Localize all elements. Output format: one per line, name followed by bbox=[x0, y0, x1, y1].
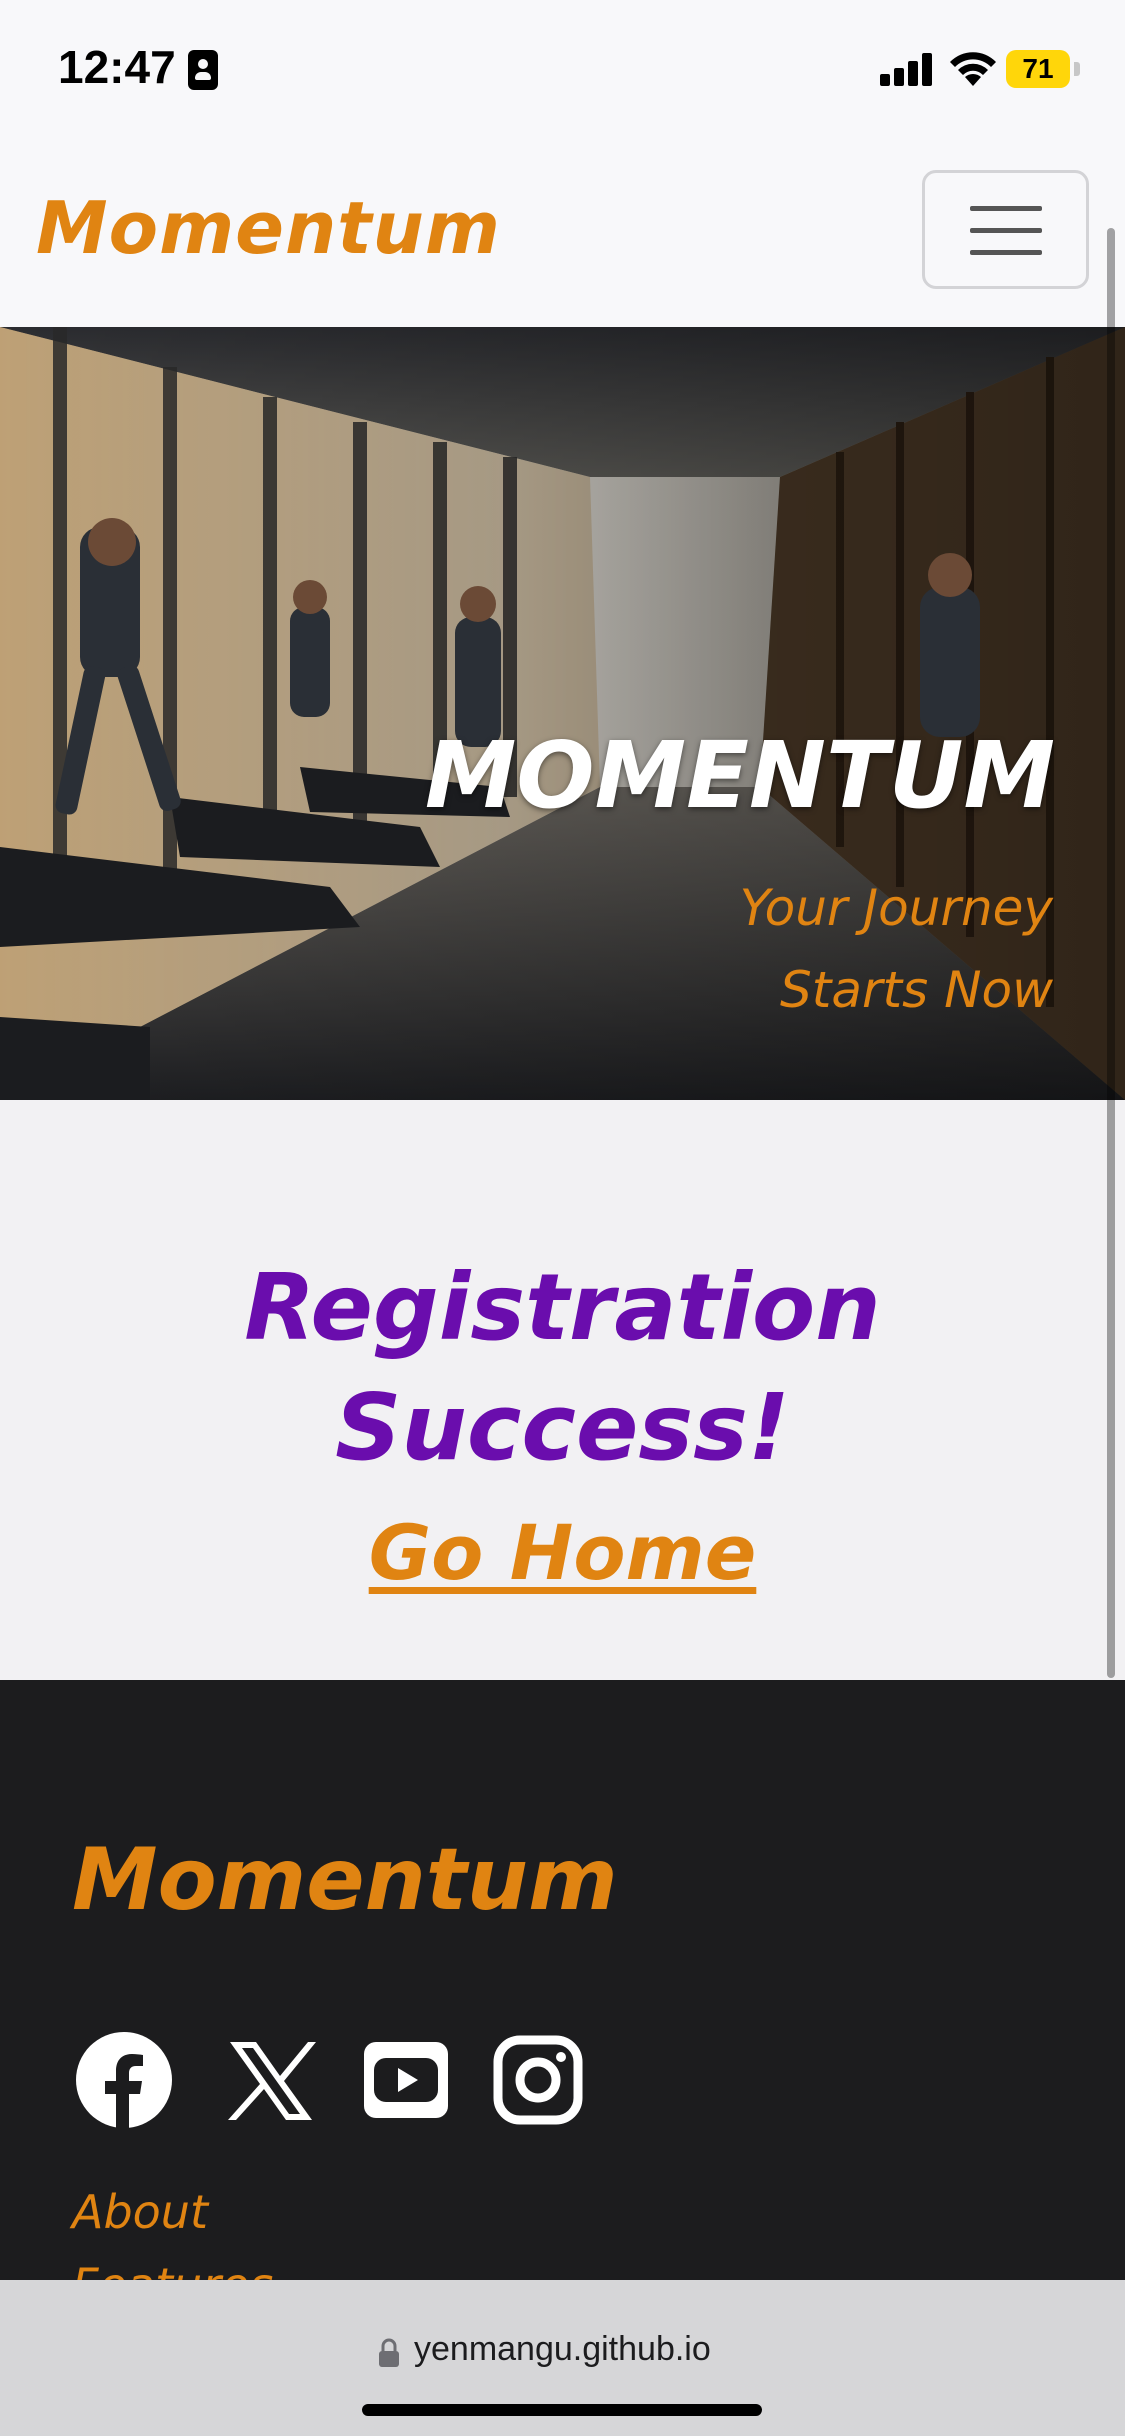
home-indicator[interactable] bbox=[362, 2404, 762, 2416]
battery-icon: 71 bbox=[1006, 50, 1070, 88]
x-icon[interactable] bbox=[222, 2032, 318, 2128]
youtube-icon[interactable] bbox=[358, 2032, 454, 2128]
battery-level: 71 bbox=[1022, 53, 1054, 84]
wifi-icon bbox=[950, 52, 996, 86]
navbar: Momentum bbox=[0, 140, 1125, 327]
hamburger-line bbox=[970, 250, 1042, 255]
facebook-icon[interactable] bbox=[76, 2032, 172, 2128]
success-heading: Registration Success! bbox=[244, 1254, 881, 1481]
footer-brand[interactable]: Momentum bbox=[72, 1830, 618, 1930]
page-scrollbar[interactable] bbox=[1107, 228, 1115, 1678]
hamburger-menu-icon bbox=[970, 206, 1042, 211]
hero-title: MOMENTUM bbox=[424, 722, 1055, 829]
footer-link-about[interactable]: About bbox=[72, 2185, 208, 2239]
url-text[interactable]: yenmangu.github.io bbox=[414, 2330, 711, 2369]
id-card-icon bbox=[188, 50, 218, 90]
hero-subtitle: Your Journey Starts Now bbox=[739, 879, 1053, 1019]
browser-url-bar[interactable]: yenmangu.github.io bbox=[0, 2280, 1125, 2436]
hamburger-line bbox=[970, 228, 1042, 233]
go-home-link[interactable]: Go Home bbox=[0, 1508, 1125, 1597]
status-time: 12:47 bbox=[58, 41, 176, 93]
battery-cap bbox=[1074, 62, 1080, 76]
footer: Momentum About Features bbox=[0, 1680, 1125, 2312]
status-bar: 12:47 71 bbox=[0, 0, 1125, 140]
lock-icon bbox=[379, 2338, 399, 2367]
hero-banner: MOMENTUM Your Journey Starts Now bbox=[0, 327, 1125, 1100]
signal-icon bbox=[880, 52, 934, 86]
instagram-icon[interactable] bbox=[490, 2032, 586, 2128]
hamburger-menu-button[interactable] bbox=[922, 170, 1089, 289]
navbar-brand[interactable]: Momentum bbox=[36, 186, 501, 270]
registration-success-section: Registration Success! Go Home bbox=[0, 1100, 1125, 1680]
